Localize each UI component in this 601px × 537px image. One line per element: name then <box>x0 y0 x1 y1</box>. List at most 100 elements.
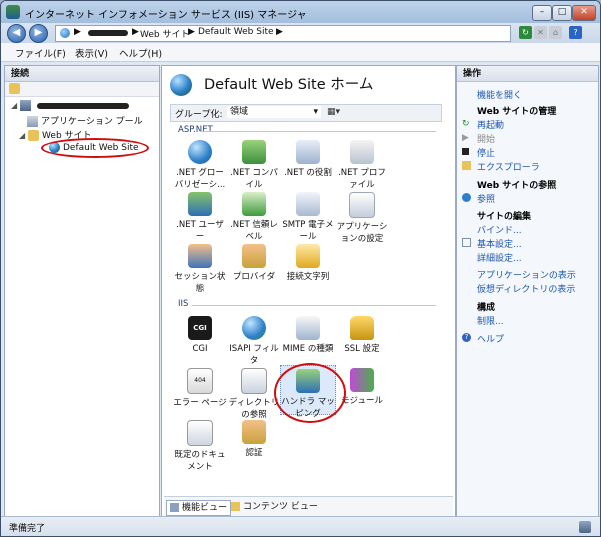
view-mode-icon[interactable]: ▦▾ <box>327 106 347 118</box>
breadcrumb-default-site[interactable]: Default Web Site <box>198 27 274 37</box>
feature-mime-types[interactable]: MIME の種類 <box>280 316 336 355</box>
feature-isapi-filters[interactable]: ISAPI フィルタ <box>226 316 282 367</box>
action-browse[interactable]: 参照 <box>477 192 495 205</box>
section-aspnet-title: ASP.NET <box>178 125 213 135</box>
home-icon[interactable]: ⌂ <box>549 26 562 39</box>
address-bar: ◀ ▶ ▶ ▶ Web サイト ▶ Default Web Site ▶ ↻ ✕… <box>1 23 600 43</box>
action-view-applications[interactable]: アプリケーションの表示 <box>477 268 576 281</box>
start-icon: ▶ <box>462 133 469 143</box>
tab-content-view[interactable]: コンテンツ ビュー <box>228 500 321 514</box>
feature-cgi[interactable]: CGI CGI <box>172 316 228 355</box>
restart-icon: ↻ <box>462 119 470 129</box>
iis-app-icon <box>6 5 20 19</box>
status-bar: 準備完了 <box>1 516 600 536</box>
action-open-feature[interactable]: 機能を開く <box>477 88 522 101</box>
feature-session-state[interactable]: セッション状態 <box>172 244 228 295</box>
mime-icon <box>296 316 320 340</box>
connect-icon[interactable] <box>9 83 20 94</box>
connections-title: 接続 <box>5 66 159 82</box>
actions-pane: 操作 機能を開く Web サイトの管理 ↻ 再起動 ▶ 開始 停止 エクスプロー… <box>456 65 599 519</box>
refresh-icon[interactable]: ↻ <box>519 26 532 39</box>
action-stop[interactable]: 停止 <box>477 146 495 159</box>
app-pools-label: アプリケーション プール <box>41 117 143 127</box>
feature-net-profile[interactable]: .NET プロファイル <box>334 140 390 191</box>
breadcrumb-sites[interactable]: Web サイト <box>140 27 189 40</box>
feature-default-document[interactable]: 既定のドキュメント <box>172 420 228 473</box>
feature-authentication[interactable]: 認証 <box>226 420 282 459</box>
feature-error-pages[interactable]: 404 エラー ページ <box>172 368 228 409</box>
feature-label: ディレクトリの参照 <box>228 398 280 420</box>
content-view-icon <box>231 502 240 511</box>
menu-view[interactable]: 表示(V) <box>75 46 108 60</box>
group-by-select[interactable]: 領域 ▾ <box>227 106 321 118</box>
action-explore[interactable]: エクスプローラ <box>477 160 540 173</box>
feature-label: .NET の役割 <box>284 168 332 178</box>
server-name-redacted <box>88 30 128 36</box>
feature-connection-strings[interactable]: 接続文字列 <box>280 244 336 283</box>
menu-bar: ファイル(F) 表示(V) ヘルプ(H) <box>1 43 600 62</box>
feature-label: SMTP 電子メール <box>282 220 334 242</box>
feature-smtp-mail[interactable]: SMTP 電子メール <box>280 192 336 243</box>
default-doc-icon <box>187 420 213 446</box>
close-button[interactable]: ✕ <box>572 5 596 21</box>
action-bindings[interactable]: バインド... <box>477 223 522 236</box>
chevron-down-icon: ▾ <box>313 107 318 117</box>
tab-label: コンテンツ ビュー <box>243 502 318 512</box>
view-tabs: 機能ビュー コンテンツ ビュー <box>164 496 453 517</box>
provider-icon <box>242 244 266 268</box>
group-by-value: 領域 <box>230 107 249 117</box>
feature-ssl-settings[interactable]: SSL 設定 <box>334 316 390 355</box>
feature-label: アプリケーションの設定 <box>336 222 388 244</box>
help-icon[interactable]: ? <box>569 26 582 39</box>
breadcrumb-separator: ▶ <box>74 27 81 37</box>
back-arrow-icon[interactable]: ◀ <box>7 24 26 43</box>
action-limits[interactable]: 制限... <box>477 314 504 327</box>
action-restart[interactable]: 再起動 <box>477 118 504 131</box>
tree-server-node[interactable]: ◢ <box>11 100 129 111</box>
forward-arrow-icon[interactable]: ▶ <box>29 24 48 43</box>
action-view-virtual-dirs[interactable]: 仮想ディレクトリの表示 <box>477 282 575 295</box>
feature-label: SSL 設定 <box>344 344 380 354</box>
directory-icon <box>241 368 267 394</box>
action-help[interactable]: ヘルプ <box>477 332 504 345</box>
window-title: インターネット インフォメーション サービス (IIS) マネージャ <box>25 10 307 21</box>
menu-file[interactable]: ファイル(F) <box>15 46 66 60</box>
auth-icon <box>242 420 266 444</box>
menu-help[interactable]: ヘルプ(H) <box>119 46 162 60</box>
feature-providers[interactable]: プロバイダ <box>226 244 282 283</box>
explore-icon <box>462 161 471 170</box>
features-view-icon <box>170 503 179 512</box>
feature-net-trust[interactable]: .NET 信頼レベル <box>226 192 282 243</box>
address-path[interactable]: ▶ ▶ Web サイト ▶ Default Web Site ▶ <box>55 25 511 42</box>
feature-net-compile[interactable]: .NET コンパイル <box>226 140 282 191</box>
feature-label: .NET ユーザー <box>176 220 224 242</box>
stop-icon[interactable]: ✕ <box>534 26 547 39</box>
action-start[interactable]: 開始 <box>477 132 495 145</box>
session-icon <box>188 244 212 268</box>
feature-label: MIME の種類 <box>282 344 334 354</box>
group-by-bar: グループ化: 領域 ▾ ▦▾ <box>170 104 442 122</box>
site-globe-icon <box>170 74 192 96</box>
lock-icon <box>350 316 374 340</box>
feature-net-users[interactable]: .NET ユーザー <box>172 192 228 243</box>
maximize-button[interactable]: □ <box>552 5 572 21</box>
action-advanced-settings[interactable]: 詳細設定... <box>477 251 522 264</box>
highlight-oval <box>274 363 346 423</box>
group-by-label: グループ化: <box>175 110 223 120</box>
action-basic-settings[interactable]: 基本設定... <box>477 237 522 250</box>
tree-app-pools[interactable]: アプリケーション プール <box>27 114 143 127</box>
status-text: 準備完了 <box>9 524 46 534</box>
minimize-button[interactable]: – <box>532 5 552 21</box>
server-name-redacted <box>36 102 129 109</box>
tab-features-view[interactable]: 機能ビュー <box>166 500 232 516</box>
feature-net-roles[interactable]: .NET の役割 <box>280 140 336 179</box>
breadcrumb-separator: ▶ <box>188 27 195 37</box>
title-bar: インターネット インフォメーション サービス (IIS) マネージャ – □ ✕ <box>1 1 600 23</box>
error-page-icon: 404 <box>187 368 213 394</box>
feature-net-globalization[interactable]: .NET グローバリゼーシ... <box>172 140 228 191</box>
section-divider <box>192 305 436 306</box>
browse-icon <box>462 193 471 202</box>
users-icon <box>188 192 212 216</box>
feature-app-settings[interactable]: アプリケーションの設定 <box>334 192 390 245</box>
feature-label: ISAPI フィルタ <box>229 344 279 366</box>
